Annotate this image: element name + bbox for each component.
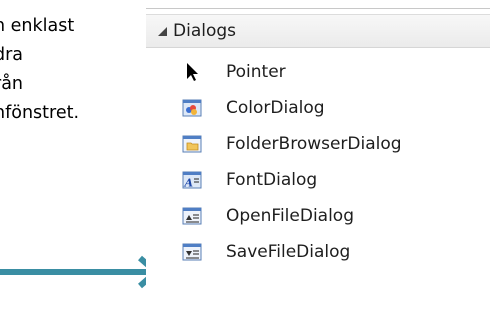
collapse-triangle-icon[interactable]: [158, 26, 167, 36]
toolbox-items: Pointer ColorDialog FolderBrowserDialog …: [146, 54, 490, 270]
pointer-icon: [182, 62, 202, 82]
group-label: Dialogs: [173, 21, 237, 41]
slide-text-line: n enklast: [0, 16, 75, 36]
toolbox-item-openfiledialog[interactable]: OpenFileDialog: [146, 198, 490, 234]
slide-text: n enklast dra rån nfönstret.: [0, 12, 160, 128]
toolbox-item-fontdialog[interactable]: A FontDialog: [146, 162, 490, 198]
toolbox-item-savefiledialog[interactable]: SaveFileDialog: [146, 234, 490, 270]
toolbox-item-label: FontDialog: [226, 170, 318, 190]
slide-text-line: nfönstret.: [0, 103, 80, 123]
arrow-shaft: [0, 269, 124, 275]
toolbox-panel: Dialogs Pointer ColorDialog FolderBrowse…: [146, 0, 490, 314]
toolbox-item-label: Pointer: [226, 62, 286, 82]
openfiledialog-icon: [182, 206, 202, 226]
toolbox-item-colordialog[interactable]: ColorDialog: [146, 90, 490, 126]
savefiledialog-icon: [182, 242, 202, 262]
fontdialog-icon: A: [182, 170, 202, 190]
dialogs-group-header[interactable]: Dialogs: [146, 14, 490, 48]
toolbox-item-pointer[interactable]: Pointer: [146, 54, 490, 90]
slide-text-line: rån: [0, 74, 24, 94]
toolbox-item-label: SaveFileDialog: [226, 242, 351, 262]
colordialog-icon: [182, 98, 202, 118]
toolbox-item-label: OpenFileDialog: [226, 206, 354, 226]
folderbrowserdialog-icon: [182, 134, 202, 154]
toolbox-divider: [146, 8, 490, 9]
toolbox-item-label: FolderBrowserDialog: [226, 134, 402, 154]
toolbox-item-label: ColorDialog: [226, 98, 325, 118]
toolbox-item-folderbrowserdialog[interactable]: FolderBrowserDialog: [146, 126, 490, 162]
slide-text-line: dra: [0, 45, 24, 65]
svg-text:A: A: [184, 177, 194, 190]
